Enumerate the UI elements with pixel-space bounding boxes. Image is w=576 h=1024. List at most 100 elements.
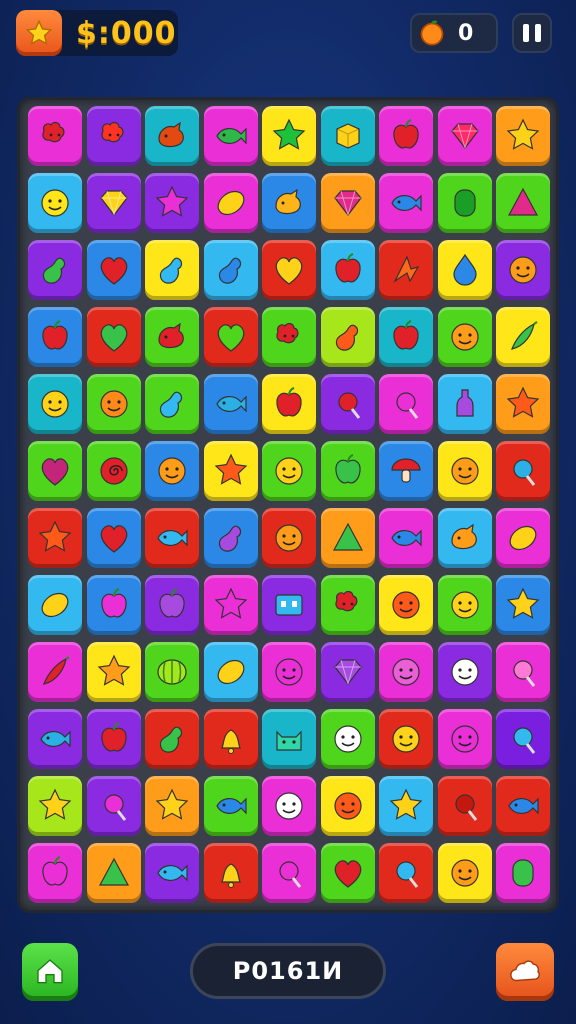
- board-tile[interactable]: [145, 106, 199, 166]
- board-tile[interactable]: [145, 776, 199, 836]
- board-tile[interactable]: [262, 374, 316, 434]
- board-tile[interactable]: [145, 173, 199, 233]
- board-tile[interactable]: [28, 642, 82, 702]
- board-tile[interactable]: [86, 307, 141, 367]
- board-tile[interactable]: [86, 508, 141, 568]
- board-tile[interactable]: [379, 374, 433, 434]
- board-tile[interactable]: [28, 307, 82, 367]
- board-tile[interactable]: [496, 106, 550, 166]
- board-tile[interactable]: [437, 374, 492, 434]
- booster-button[interactable]: [496, 943, 554, 1001]
- board-tile[interactable]: [379, 776, 433, 836]
- board-tile[interactable]: [379, 843, 433, 903]
- pause-button[interactable]: [512, 13, 552, 53]
- board-tile[interactable]: [437, 307, 492, 367]
- board-tile[interactable]: [437, 173, 492, 233]
- board-tile[interactable]: [145, 575, 199, 635]
- board-tile[interactable]: [437, 106, 492, 166]
- board-tile[interactable]: [262, 173, 316, 233]
- board-tile[interactable]: [203, 307, 258, 367]
- board-tile[interactable]: [496, 240, 550, 300]
- board-tile[interactable]: [86, 642, 141, 702]
- board-tile[interactable]: [496, 374, 550, 434]
- board-tile[interactable]: [86, 240, 141, 300]
- board-tile[interactable]: [28, 709, 82, 769]
- board-tile[interactable]: [28, 173, 82, 233]
- board-tile[interactable]: [379, 106, 433, 166]
- board-tile[interactable]: [262, 106, 316, 166]
- board-tile[interactable]: [437, 843, 492, 903]
- board-tile[interactable]: [379, 240, 433, 300]
- board-tile[interactable]: [28, 441, 82, 501]
- board-tile[interactable]: [86, 776, 141, 836]
- board-tile[interactable]: [203, 374, 258, 434]
- board-tile[interactable]: [496, 776, 550, 836]
- board-tile[interactable]: [28, 240, 82, 300]
- board-tile[interactable]: [320, 709, 375, 769]
- board-tile[interactable]: [28, 843, 82, 903]
- board-tile[interactable]: [320, 173, 375, 233]
- board-tile[interactable]: [145, 709, 199, 769]
- board-tile[interactable]: [145, 374, 199, 434]
- board-tile[interactable]: [262, 709, 316, 769]
- board-tile[interactable]: [437, 642, 492, 702]
- board-tile[interactable]: [496, 642, 550, 702]
- board-tile[interactable]: [262, 240, 316, 300]
- board-tile[interactable]: [28, 776, 82, 836]
- board-tile[interactable]: [203, 173, 258, 233]
- board-tile[interactable]: [379, 307, 433, 367]
- board-tile[interactable]: [320, 575, 375, 635]
- board-tile[interactable]: [86, 575, 141, 635]
- board-tile[interactable]: [320, 508, 375, 568]
- board-tile[interactable]: [496, 173, 550, 233]
- board-tile[interactable]: [86, 441, 141, 501]
- board-tile[interactable]: [203, 240, 258, 300]
- board-tile[interactable]: [145, 441, 199, 501]
- board-tile[interactable]: [28, 106, 82, 166]
- board-tile[interactable]: [320, 441, 375, 501]
- board-tile[interactable]: [28, 575, 82, 635]
- board-tile[interactable]: [496, 441, 550, 501]
- board-tile[interactable]: [145, 508, 199, 568]
- board-tile[interactable]: [145, 642, 199, 702]
- status-pill[interactable]: P0161И: [190, 943, 386, 999]
- board-tile[interactable]: [203, 843, 258, 903]
- board-tile[interactable]: [262, 776, 316, 836]
- board-tile[interactable]: [262, 642, 316, 702]
- board-tile[interactable]: [496, 575, 550, 635]
- board-tile[interactable]: [320, 642, 375, 702]
- board-tile[interactable]: [86, 709, 141, 769]
- board-tile[interactable]: [320, 374, 375, 434]
- board-tile[interactable]: [145, 843, 199, 903]
- board-tile[interactable]: [437, 709, 492, 769]
- board-tile[interactable]: [437, 575, 492, 635]
- board-tile[interactable]: [262, 575, 316, 635]
- board-tile[interactable]: [203, 575, 258, 635]
- board-tile[interactable]: [145, 307, 199, 367]
- board-tile[interactable]: [379, 642, 433, 702]
- board-tile[interactable]: [379, 441, 433, 501]
- board-tile[interactable]: [86, 106, 141, 166]
- board-tile[interactable]: [379, 508, 433, 568]
- board-tile[interactable]: [262, 508, 316, 568]
- board-tile[interactable]: [437, 776, 492, 836]
- board-tile[interactable]: [496, 307, 550, 367]
- board-tile[interactable]: [28, 508, 82, 568]
- board-tile[interactable]: [320, 776, 375, 836]
- board-tile[interactable]: [262, 441, 316, 501]
- board-tile[interactable]: [203, 441, 258, 501]
- board-tile[interactable]: [86, 173, 141, 233]
- board-tile[interactable]: [203, 508, 258, 568]
- board-tile[interactable]: [86, 843, 141, 903]
- board-tile[interactable]: [379, 709, 433, 769]
- board-tile[interactable]: [437, 441, 492, 501]
- board-tile[interactable]: [86, 374, 141, 434]
- home-button[interactable]: [22, 943, 78, 1001]
- board-tile[interactable]: [320, 843, 375, 903]
- board-tile[interactable]: [262, 843, 316, 903]
- board-tile[interactable]: [379, 173, 433, 233]
- board-tile[interactable]: [437, 240, 492, 300]
- board-tile[interactable]: [496, 508, 550, 568]
- board-tile[interactable]: [437, 508, 492, 568]
- board-tile[interactable]: [203, 709, 258, 769]
